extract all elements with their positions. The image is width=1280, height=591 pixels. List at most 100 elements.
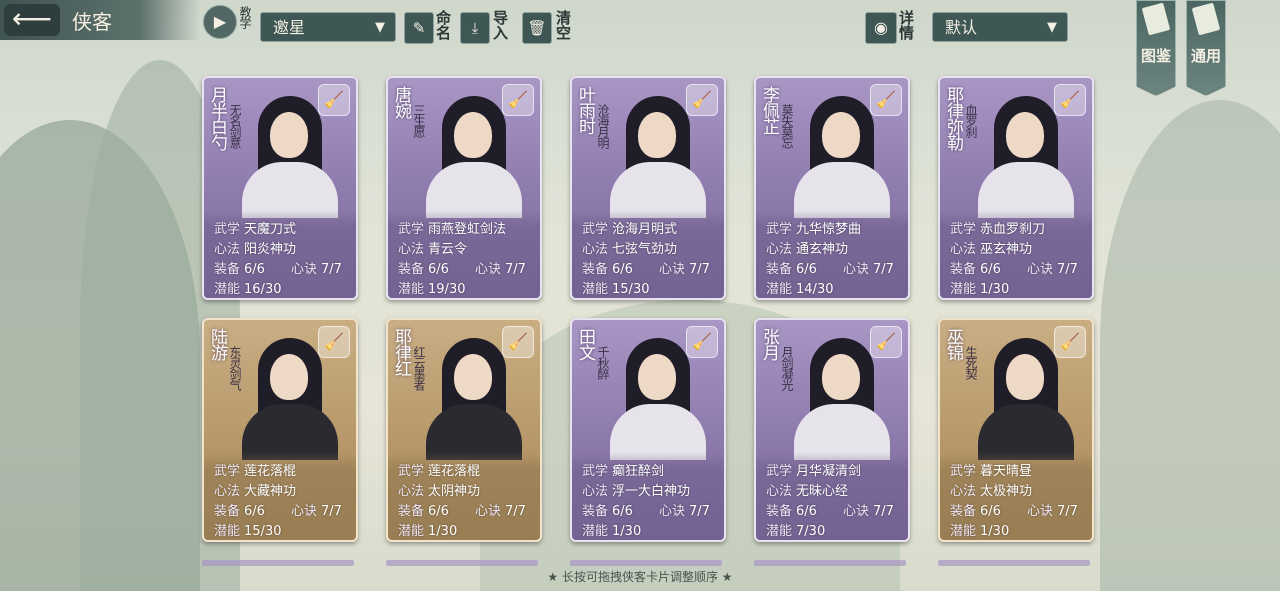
potential-key: 潜能 bbox=[766, 282, 793, 297]
martial-value: 莲花落棍 bbox=[244, 464, 297, 479]
mind-value: 通玄神功 bbox=[796, 242, 849, 257]
hero-epithet: 无名剑意 bbox=[228, 104, 242, 148]
martial-key: 武学 bbox=[398, 222, 425, 237]
martial-value: 九华惊梦曲 bbox=[796, 222, 862, 237]
mind-key: 心法 bbox=[950, 242, 977, 257]
martial-row: 武学 九华惊梦曲 bbox=[766, 218, 861, 237]
sort-select[interactable]: 默认 ▼ bbox=[932, 12, 1068, 42]
portrait-face bbox=[454, 354, 492, 400]
martial-key: 武学 bbox=[766, 464, 793, 479]
martial-key: 武学 bbox=[950, 222, 977, 237]
rename-label: 命名 bbox=[434, 10, 452, 40]
hero-name: 张月 bbox=[759, 328, 779, 360]
details-button[interactable]: ◉ bbox=[865, 12, 897, 44]
filter-select-value: 邀星 bbox=[273, 18, 306, 37]
equip-key: 装备 bbox=[582, 504, 609, 519]
hero-epithet: 红云墨者 bbox=[412, 346, 426, 390]
hero-card[interactable]: 耶律弥勒 血罗刹 🧹 武学 赤血罗刹刀 心法 巫玄神功 装备 6/6 心诀 7/7 潜能 1… bbox=[938, 76, 1094, 300]
martial-row: 武学 暮天晴昼 bbox=[950, 460, 1032, 479]
mind-row: 心法 浮一大白神功 bbox=[582, 480, 690, 499]
secret-value: 7/7 bbox=[1056, 504, 1078, 519]
equip-key: 装备 bbox=[950, 504, 977, 519]
hero-name: 田文 bbox=[575, 328, 595, 360]
equip-row: 装备 6/6 心诀 7/7 bbox=[398, 258, 526, 277]
import-button[interactable]: ⤓ bbox=[460, 12, 490, 44]
potential-key: 潜能 bbox=[950, 524, 977, 539]
mind-key: 心法 bbox=[582, 242, 609, 257]
equip-key: 装备 bbox=[582, 262, 609, 277]
trash-icon: 🗑 bbox=[527, 19, 547, 37]
potential-row: 潜能 15/30 bbox=[582, 278, 649, 297]
secret-key: 心诀 bbox=[474, 504, 501, 519]
broom-icon[interactable]: 🧹 bbox=[1054, 84, 1086, 116]
secret-key: 心诀 bbox=[658, 262, 685, 277]
potential-row: 潜能 1/30 bbox=[950, 520, 1009, 539]
potential-value: 16/30 bbox=[244, 282, 282, 297]
hero-card[interactable]: 月半白勺 无名剑意 🧹 武学 天魔刀式 心法 阳炎神功 装备 6/6 心诀 7/7 潜能 1… bbox=[202, 76, 358, 300]
hero-name: 叶雨时 bbox=[575, 86, 595, 134]
martial-key: 武学 bbox=[214, 464, 241, 479]
equip-value: 6/6 bbox=[244, 262, 265, 277]
martial-key: 武学 bbox=[582, 222, 609, 237]
broom-icon[interactable]: 🧹 bbox=[686, 326, 718, 358]
back-arrow-icon[interactable]: ⟵ bbox=[4, 4, 60, 36]
secret-key: 心诀 bbox=[1026, 504, 1053, 519]
general-banner-button[interactable]: 通用 bbox=[1186, 0, 1226, 96]
hero-name: 李佩芷 bbox=[759, 86, 779, 134]
mind-row: 心法 通玄神功 bbox=[766, 238, 848, 257]
equip-key: 装备 bbox=[214, 262, 241, 277]
next-row-card-edge bbox=[570, 560, 722, 566]
potential-row: 潜能 1/30 bbox=[582, 520, 641, 539]
equip-key: 装备 bbox=[398, 262, 425, 277]
sort-select-value: 默认 bbox=[945, 18, 978, 37]
mind-value: 阳炎神功 bbox=[244, 242, 297, 257]
hero-name: 耶律红 bbox=[391, 328, 411, 376]
broom-icon[interactable]: 🧹 bbox=[502, 84, 534, 116]
broom-icon[interactable]: 🧹 bbox=[502, 326, 534, 358]
hero-card[interactable]: 耶律红 红云墨者 🧹 武学 莲花落棍 心法 太阴神功 装备 6/6 心诀 7/7 潜能 1/… bbox=[386, 318, 542, 542]
hero-card[interactable]: 田文 千秋醉 🧹 武学 癫狂醉剑 心法 浮一大白神功 装备 6/6 心诀 7/7 潜能 1/… bbox=[570, 318, 726, 542]
equip-value: 6/6 bbox=[612, 504, 633, 519]
potential-key: 潜能 bbox=[214, 524, 241, 539]
hero-card[interactable]: 李佩芷 莫失莫忘 🧹 武学 九华惊梦曲 心法 通玄神功 装备 6/6 心诀 7/7 潜能 1… bbox=[754, 76, 910, 300]
broom-icon[interactable]: 🧹 bbox=[318, 326, 350, 358]
hero-card[interactable]: 陆游 东灵剑气 🧹 武学 莲花落棍 心法 大藏神功 装备 6/6 心诀 7/7 潜能 15/… bbox=[202, 318, 358, 542]
filter-select[interactable]: 邀星 ▼ bbox=[260, 12, 396, 42]
mind-key: 心法 bbox=[398, 484, 425, 499]
broom-icon[interactable]: 🧹 bbox=[1054, 326, 1086, 358]
martial-row: 武学 月华凝清剑 bbox=[766, 460, 861, 479]
equip-key: 装备 bbox=[766, 504, 793, 519]
eye-icon: ◉ bbox=[874, 18, 888, 37]
potential-value: 1/30 bbox=[980, 524, 1010, 539]
hero-stats: 武学 赤血罗刹刀 心法 巫玄神功 装备 6/6 心诀 7/7 潜能 1/30 bbox=[940, 210, 1092, 298]
broom-icon[interactable]: 🧹 bbox=[870, 326, 902, 358]
hero-card[interactable]: 叶雨时 沧海月明 🧹 武学 沧海月明式 心法 七弦气劲功 装备 6/6 心诀 7/7 潜能… bbox=[570, 76, 726, 300]
tutorial-play-button[interactable]: ▶ bbox=[203, 5, 237, 39]
mind-value: 七弦气劲功 bbox=[612, 242, 678, 257]
mind-value: 巫玄神功 bbox=[980, 242, 1033, 257]
next-row-card-edge bbox=[754, 560, 906, 566]
hero-card[interactable]: 唐婉 三生愿 🧹 武学 雨燕登虹剑法 心法 青云令 装备 6/6 心诀 7/7 潜能 19/… bbox=[386, 76, 542, 300]
potential-row: 潜能 1/30 bbox=[950, 278, 1009, 297]
equip-value: 6/6 bbox=[796, 504, 817, 519]
gallery-banner-button[interactable]: 图鉴 bbox=[1136, 0, 1176, 96]
martial-value: 癫狂醉剑 bbox=[612, 464, 665, 479]
broom-icon[interactable]: 🧹 bbox=[870, 84, 902, 116]
portrait-face bbox=[454, 112, 492, 158]
martial-key: 武学 bbox=[950, 464, 977, 479]
hero-card[interactable]: 巫锦 生死契 🧹 武学 暮天晴昼 心法 太极神功 装备 6/6 心诀 7/7 潜能 1/30 bbox=[938, 318, 1094, 542]
hero-name: 唐婉 bbox=[391, 86, 411, 118]
clear-button[interactable]: 🗑 bbox=[522, 12, 552, 44]
equip-row: 装备 6/6 心诀 7/7 bbox=[398, 500, 526, 519]
equip-key: 装备 bbox=[766, 262, 793, 277]
broom-icon[interactable]: 🧹 bbox=[686, 84, 718, 116]
rename-button[interactable]: ✎ bbox=[404, 12, 434, 44]
martial-value: 沧海月明式 bbox=[612, 222, 678, 237]
martial-value: 月华凝清剑 bbox=[796, 464, 862, 479]
hero-epithet: 莫失莫忘 bbox=[780, 104, 794, 148]
secret-key: 心诀 bbox=[842, 504, 869, 519]
equip-row: 装备 6/6 心诀 7/7 bbox=[950, 500, 1078, 519]
hero-card[interactable]: 张月 月剑凝光 🧹 武学 月华凝清剑 心法 无昧心经 装备 6/6 心诀 7/7 潜能 7/… bbox=[754, 318, 910, 542]
broom-icon[interactable]: 🧹 bbox=[318, 84, 350, 116]
equip-row: 装备 6/6 心诀 7/7 bbox=[214, 500, 342, 519]
